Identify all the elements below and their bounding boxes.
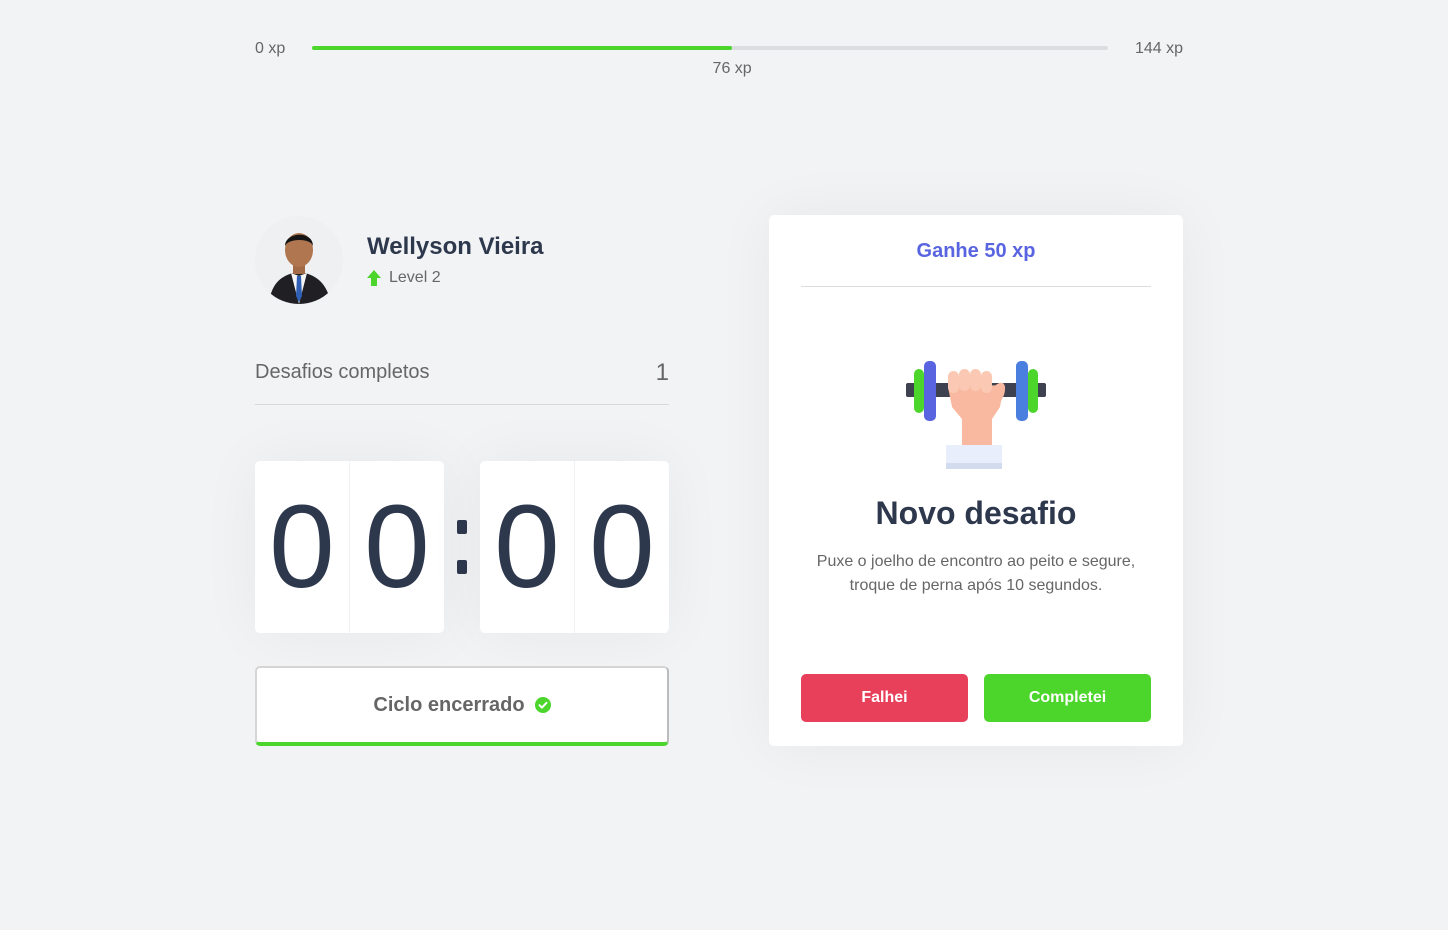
challenge-reward: Ganhe 50 xp — [801, 239, 1151, 287]
countdown: 0 0 0 0 — [255, 461, 669, 633]
separator-dot-bottom — [457, 560, 467, 574]
succeeded-button[interactable]: Completei — [984, 674, 1151, 722]
experience-bar: 0 xp 76 xp 144 xp — [255, 38, 1183, 78]
app-container: 0 xp 76 xp 144 xp Wellyson Vieira Level … — [0, 0, 1448, 930]
minute-digit-left: 0 — [255, 461, 350, 633]
challenge-actions: Falhei Completei — [801, 674, 1151, 722]
user-name: Wellyson Vieira — [367, 233, 544, 260]
completed-challenges: Desafios completos 1 — [255, 357, 669, 405]
xp-track — [312, 46, 1108, 50]
completed-challenges-label: Desafios completos — [255, 361, 430, 383]
xp-max-label: 144 xp — [1134, 40, 1183, 57]
challenge-title: Novo desafio — [875, 495, 1077, 531]
minute-digit-right: 0 — [364, 481, 430, 613]
level-label: Level 2 — [389, 269, 441, 286]
second-digit-left: 0 — [480, 461, 575, 633]
failed-button[interactable]: Falhei — [801, 674, 968, 722]
cycle-finished-button[interactable]: Ciclo encerrado — [255, 666, 669, 746]
dumbbell-icon — [906, 361, 1046, 469]
xp-current-label: 76 xp — [712, 60, 752, 77]
profile-info: Wellyson Vieira Level 2 — [367, 233, 544, 287]
completed-challenges-count: 1 — [655, 359, 669, 386]
avatar-image — [255, 216, 343, 304]
countdown-minutes: 0 0 — [255, 461, 444, 633]
countdown-seconds: 0 0 — [480, 461, 669, 633]
xp-progress-fill — [312, 46, 733, 50]
second-digit-right: 0 — [589, 481, 655, 613]
countdown-separator — [444, 520, 480, 574]
separator-dot-top — [457, 520, 467, 534]
challenge-description: Puxe o joelho de encontro ao peito e seg… — [816, 553, 1136, 594]
level: Level 2 — [367, 269, 544, 287]
xp-min-label: 0 xp — [255, 40, 286, 57]
challenge-body: Novo desafio Puxe o joelho de encontro a… — [801, 359, 1151, 598]
level-up-arrow-icon — [367, 270, 381, 286]
profile: Wellyson Vieira Level 2 — [255, 216, 544, 304]
challenge-box: Ganhe 50 xp Novo desafio Puxe o joelho d… — [769, 215, 1183, 746]
check-circle-icon — [534, 697, 551, 713]
avatar — [255, 216, 343, 304]
cycle-label: Ciclo encerrado — [373, 693, 525, 716]
